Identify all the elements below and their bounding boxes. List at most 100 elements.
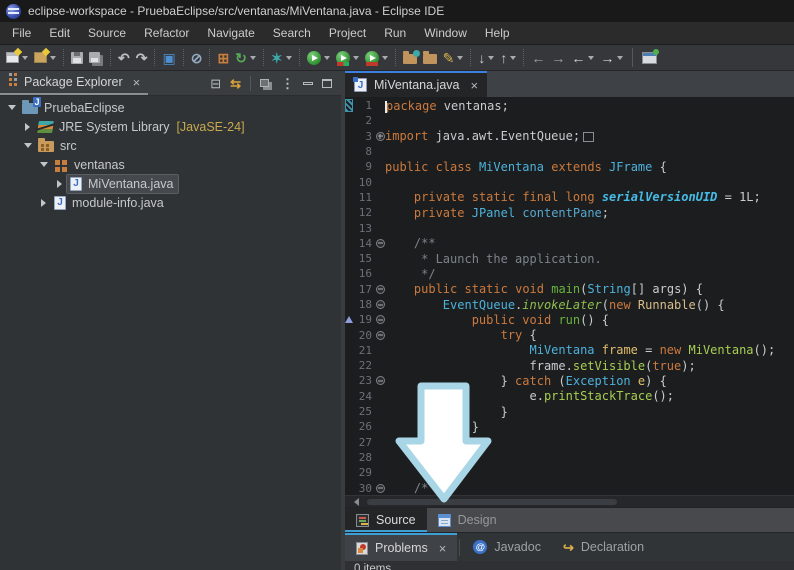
toggle-mark-occurrences-button[interactable]: ✎ xyxy=(440,47,467,69)
java-perspective-button[interactable] xyxy=(639,47,660,69)
menu-search[interactable]: Search xyxy=(264,22,320,44)
link-with-editor-icon[interactable]: ⇆ xyxy=(230,77,241,90)
previous-annotation-button[interactable]: ↑ xyxy=(497,47,519,69)
code-line-8[interactable]: 8 xyxy=(345,144,794,159)
chevron-right-icon[interactable] xyxy=(52,179,67,188)
menu-run[interactable]: Run xyxy=(375,22,415,44)
code-line-15[interactable]: 15 * Launch the application. xyxy=(345,251,794,266)
code-line-17[interactable]: 17 public static void main(String[] args… xyxy=(345,282,794,297)
menu-help[interactable]: Help xyxy=(476,22,519,44)
code-line-30[interactable]: 30 /* xyxy=(345,480,794,495)
chevron-down-icon[interactable] xyxy=(36,162,51,167)
code-line-10[interactable]: 10 xyxy=(345,174,794,189)
dropdown-caret-icon[interactable] xyxy=(588,55,595,60)
code-line-18[interactable]: 18 EventQueue.invokeLater(new Runnable()… xyxy=(345,297,794,312)
tab-javadoc[interactable]: @ Javadoc xyxy=(462,533,552,561)
dropdown-caret-icon[interactable] xyxy=(249,55,256,60)
run-button[interactable] xyxy=(304,47,333,69)
tab-source[interactable]: Source xyxy=(345,508,427,532)
tree-item-src[interactable]: src xyxy=(0,136,341,155)
dropdown-caret-icon[interactable] xyxy=(285,55,292,60)
code-line-27[interactable]: 27 xyxy=(345,435,794,450)
menu-refactor[interactable]: Refactor xyxy=(135,22,198,44)
new-wizard-button[interactable] xyxy=(3,47,31,69)
code-line-21[interactable]: 21 MiVentana frame = new MiVentana(); xyxy=(345,343,794,358)
code-line-3[interactable]: 3 import java.awt.EventQueue; xyxy=(345,129,794,144)
dropdown-caret-icon[interactable] xyxy=(510,55,517,60)
tab-package-explorer[interactable]: Package Explorer × xyxy=(0,71,149,95)
dropdown-caret-icon[interactable] xyxy=(352,55,359,60)
menu-navigate[interactable]: Navigate xyxy=(198,22,263,44)
chevron-right-icon[interactable] xyxy=(36,198,51,207)
code-line-26[interactable]: 26 } xyxy=(345,419,794,434)
redo-curved-button[interactable]: ↷ xyxy=(133,47,151,69)
tab-design[interactable]: Design xyxy=(427,508,508,532)
horizontal-scrollbar[interactable] xyxy=(345,495,794,507)
next-edit-location-button[interactable]: → xyxy=(548,47,568,69)
close-icon[interactable]: × xyxy=(133,75,141,90)
code-line-12[interactable]: 12 private JPanel contentPane; xyxy=(345,205,794,220)
undo-curved-button[interactable]: ↶ xyxy=(115,47,133,69)
fold-toggle-icon[interactable] xyxy=(375,376,385,386)
tree-item-module-info-java[interactable]: Jmodule-info.java xyxy=(0,193,341,212)
menu-project[interactable]: Project xyxy=(320,22,375,44)
tab-problems[interactable]: Problems × xyxy=(345,533,458,561)
fold-toggle-icon[interactable] xyxy=(375,300,385,309)
collapse-all-icon[interactable]: ⊟ xyxy=(210,77,221,90)
fold-toggle-icon[interactable] xyxy=(375,131,385,141)
fold-toggle-icon[interactable] xyxy=(375,330,385,340)
package-tree[interactable]: J PruebaEclipse JRE System Library [JavaSE-… xyxy=(0,96,341,570)
code-line-25[interactable]: 25 } xyxy=(345,404,794,419)
dropdown-caret-icon[interactable] xyxy=(22,55,28,60)
chevron-right-icon[interactable] xyxy=(20,122,35,131)
new-java-project-button[interactable] xyxy=(31,47,59,69)
scrollbar-thumb[interactable] xyxy=(367,498,617,505)
minimize-icon[interactable] xyxy=(303,82,313,85)
chevron-down-icon[interactable] xyxy=(4,105,19,110)
code-line-2[interactable]: 2 xyxy=(345,113,794,128)
fold-toggle-icon[interactable] xyxy=(375,483,385,493)
fold-toggle-icon[interactable] xyxy=(375,315,385,325)
build-all-button[interactable]: ↻ xyxy=(232,47,259,69)
back-history-button[interactable]: ← xyxy=(568,47,597,69)
code-line-11[interactable]: 11 private static final long serialVersi… xyxy=(345,190,794,205)
menu-window[interactable]: Window xyxy=(415,22,476,44)
close-icon[interactable]: × xyxy=(439,541,447,556)
code-line-16[interactable]: 16 */ xyxy=(345,266,794,281)
code-line-24[interactable]: 24 e.printStackTrace(); xyxy=(345,389,794,404)
tree-item-jre-system-library[interactable]: JRE System Library [JavaSE-24] xyxy=(0,117,341,136)
code-line-1[interactable]: 1 package ventanas; xyxy=(345,98,794,113)
code-line-28[interactable]: 28 xyxy=(345,450,794,465)
code-line-14[interactable]: 14 /** xyxy=(345,236,794,251)
code-line-22[interactable]: 22 frame.setVisible(true); xyxy=(345,358,794,373)
dropdown-caret-icon[interactable] xyxy=(457,55,464,60)
code-line-19[interactable]: 19 public void run() { xyxy=(345,312,794,327)
code-line-29[interactable]: 29 xyxy=(345,465,794,480)
close-icon[interactable]: × xyxy=(470,78,478,93)
open-resource-button[interactable] xyxy=(420,47,440,69)
code-line-9[interactable]: 9 public class MiVentana extends JFrame { xyxy=(345,159,794,174)
skip-all-breakpoints-button[interactable]: ⊘ xyxy=(188,47,206,69)
code-line-23[interactable]: 23 } catch (Exception e) { xyxy=(345,373,794,388)
next-annotation-button[interactable]: ↓ xyxy=(475,47,497,69)
fold-toggle-icon[interactable] xyxy=(375,238,385,248)
menu-source[interactable]: Source xyxy=(79,22,135,44)
chevron-down-icon[interactable] xyxy=(20,143,35,148)
tree-item-ventanas[interactable]: ventanas xyxy=(0,155,341,174)
save-all-button[interactable] xyxy=(86,47,106,69)
dropdown-caret-icon[interactable] xyxy=(488,55,495,60)
code-line-20[interactable]: 20 try { xyxy=(345,327,794,342)
maximize-icon[interactable] xyxy=(322,78,332,88)
dropdown-caret-icon[interactable] xyxy=(381,55,388,60)
save-button[interactable] xyxy=(68,47,86,69)
dropdown-caret-icon[interactable] xyxy=(50,55,56,60)
open-task-button[interactable]: ▣ xyxy=(159,47,178,69)
tab-miventana-java[interactable]: J MiVentana.java × xyxy=(345,71,488,97)
tree-item-pruebaeclipse[interactable]: J PruebaEclipse xyxy=(0,97,341,117)
forward-history-button[interactable]: → xyxy=(597,47,626,69)
tab-declaration[interactable]: ↪ Declaration xyxy=(552,533,655,561)
tree-item-miventana-java[interactable]: J MiVentana.java xyxy=(0,173,341,194)
debug-button[interactable]: ✶ xyxy=(268,47,295,69)
coverage-button[interactable] xyxy=(333,47,362,69)
scroll-left-icon[interactable] xyxy=(354,497,359,506)
